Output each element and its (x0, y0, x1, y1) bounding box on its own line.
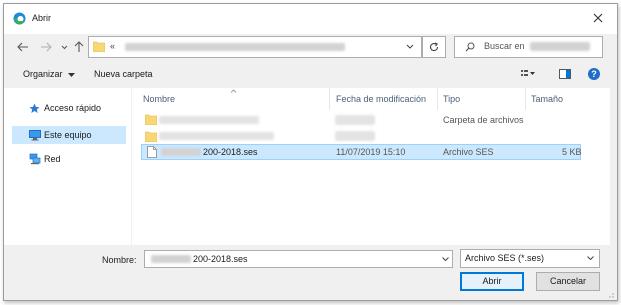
nav-item-label: Acceso rápido (44, 103, 102, 113)
preview-pane-icon (559, 69, 571, 79)
filename-value[interactable]: 200-2018.ses (193, 254, 248, 264)
column-header-size[interactable]: Tamaño (531, 88, 601, 110)
column-divider[interactable] (525, 88, 526, 110)
recent-locations-button[interactable] (61, 45, 68, 50)
cancel-button[interactable]: Cancelar (536, 272, 600, 291)
edge-app-icon (13, 12, 26, 25)
file-name: 200-2018.ses (203, 147, 258, 157)
resize-grip-icon (609, 293, 614, 298)
navigation-pane: Acceso rápido Este equipo Red (4, 88, 131, 245)
nav-item-this-pc[interactable]: Este equipo (12, 126, 126, 144)
folder-icon (145, 131, 157, 142)
column-divider[interactable] (329, 88, 330, 110)
column-header-type[interactable]: Tipo (443, 88, 523, 110)
search-location-redacted (530, 42, 590, 51)
column-header-name[interactable]: Nombre (143, 88, 328, 110)
file-name-prefix-redacted (161, 148, 201, 156)
nav-item-quick-access[interactable]: Acceso rápido (12, 100, 127, 116)
breadcrumb-overflow[interactable]: « (110, 41, 115, 51)
resize-grip[interactable] (606, 290, 614, 298)
file-name-redacted (159, 132, 274, 140)
new-folder-button[interactable]: Nueva carpeta (94, 69, 153, 79)
up-button[interactable] (74, 41, 84, 53)
search-placeholder: Buscar en (484, 41, 525, 51)
title-bar: Abrir (4, 4, 617, 34)
search-icon (465, 42, 475, 52)
arrow-up-icon (74, 41, 84, 52)
filename-prefix-redacted (151, 255, 191, 263)
open-file-dialog: Abrir « Buscar en Organizar Nueva carpet… (3, 3, 618, 301)
close-icon (593, 13, 603, 23)
chevron-down-icon (406, 44, 414, 49)
file-type-filter[interactable]: Archivo SES (*.ses) (460, 249, 600, 268)
file-row-selected[interactable]: 200-2018.ses 11/07/2019 15:10 Archivo SE… (141, 144, 582, 160)
help-button[interactable]: ? (588, 68, 600, 80)
forward-button[interactable] (40, 42, 52, 52)
filename-label: Nombre: (102, 255, 137, 265)
filename-dropdown[interactable] (442, 257, 449, 261)
preview-pane-button[interactable] (559, 69, 571, 79)
file-row[interactable]: Carpeta de archivos (141, 111, 581, 128)
star-icon (29, 103, 40, 113)
help-icon: ? (588, 68, 600, 80)
file-type-filter-value: Archivo SES (*.ses) (465, 253, 545, 263)
nav-item-label: Este equipo (44, 130, 92, 140)
chevron-down-icon (587, 256, 594, 260)
filter-dropdown[interactable] (587, 256, 594, 260)
chevron-down-icon (442, 257, 449, 261)
arrow-right-icon (41, 42, 52, 52)
open-button[interactable]: Abrir (460, 272, 524, 291)
file-type: Archivo SES (443, 147, 494, 157)
file-name-redacted (159, 116, 259, 124)
address-dropdown[interactable] (406, 44, 414, 49)
folder-icon (93, 41, 105, 52)
file-date: 11/07/2019 15:10 (336, 147, 406, 157)
window-title: Abrir (32, 13, 52, 23)
back-button[interactable] (17, 42, 29, 52)
address-bar[interactable]: « (88, 36, 422, 58)
column-divider[interactable] (437, 88, 438, 110)
nav-item-label: Red (44, 154, 61, 164)
details-view-icon (521, 70, 535, 76)
chevron-down-icon (61, 45, 68, 50)
svg-text:?: ? (591, 69, 597, 79)
file-size: 5 KB (562, 147, 582, 157)
view-options-button[interactable] (521, 69, 535, 79)
nav-item-network[interactable]: Red (12, 151, 127, 167)
breadcrumb-path-redacted (125, 43, 345, 51)
caret-down-icon (68, 72, 76, 77)
file-type: Carpeta de archivos (443, 115, 524, 125)
file-list: Nombre Fecha de modificación Tipo Tamaño… (132, 88, 610, 245)
close-button[interactable] (593, 13, 603, 23)
file-date-redacted (335, 115, 375, 125)
folder-icon (145, 114, 157, 125)
refresh-icon (429, 42, 439, 52)
network-icon (29, 153, 41, 165)
organize-label: Organizar (23, 69, 63, 79)
document-icon (147, 146, 157, 158)
search-box[interactable]: Buscar en (454, 36, 603, 58)
monitor-icon (29, 130, 41, 141)
arrow-left-icon (17, 42, 28, 52)
file-date-redacted (335, 131, 375, 141)
refresh-button[interactable] (422, 36, 446, 58)
filename-combobox[interactable]: 200-2018.ses (144, 250, 453, 268)
file-row[interactable] (141, 128, 581, 144)
column-header-date[interactable]: Fecha de modificación (336, 88, 436, 110)
organize-menu[interactable]: Organizar (23, 69, 76, 79)
